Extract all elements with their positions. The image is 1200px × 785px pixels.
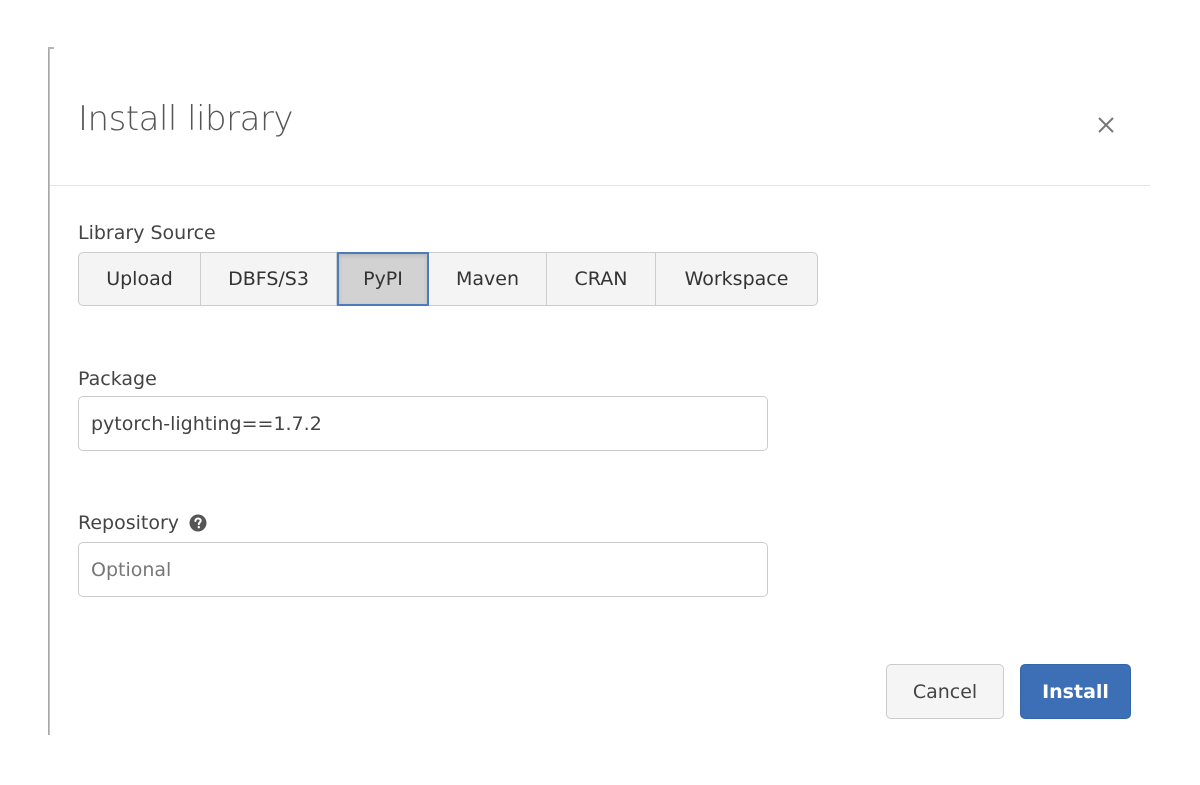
package-label: Package xyxy=(78,368,157,390)
repository-input[interactable] xyxy=(78,542,768,597)
tab-maven[interactable]: Maven xyxy=(429,252,547,306)
package-input[interactable] xyxy=(78,396,768,451)
dialog-title: Install library xyxy=(78,99,294,139)
tab-pypi[interactable]: PyPI xyxy=(337,252,429,306)
close-icon xyxy=(1098,117,1114,133)
tab-cran[interactable]: CRAN xyxy=(547,252,656,306)
library-source-tabs: Upload DBFS/S3 PyPI Maven CRAN Workspace xyxy=(78,252,818,306)
library-source-label: Library Source xyxy=(78,222,216,244)
repository-label-row: Repository xyxy=(78,511,207,535)
tab-workspace[interactable]: Workspace xyxy=(656,252,818,306)
repository-label: Repository xyxy=(78,512,180,534)
close-button[interactable] xyxy=(1088,107,1124,143)
install-library-dialog: Install library Library Source Upload DB… xyxy=(48,47,1158,735)
tab-dbfs-s3[interactable]: DBFS/S3 xyxy=(201,252,337,306)
install-button[interactable]: Install xyxy=(1020,664,1131,719)
tab-upload[interactable]: Upload xyxy=(78,252,201,306)
question-circle-icon[interactable] xyxy=(189,514,207,532)
cancel-button[interactable]: Cancel xyxy=(886,664,1004,719)
dialog-header: Install library xyxy=(50,47,1150,186)
